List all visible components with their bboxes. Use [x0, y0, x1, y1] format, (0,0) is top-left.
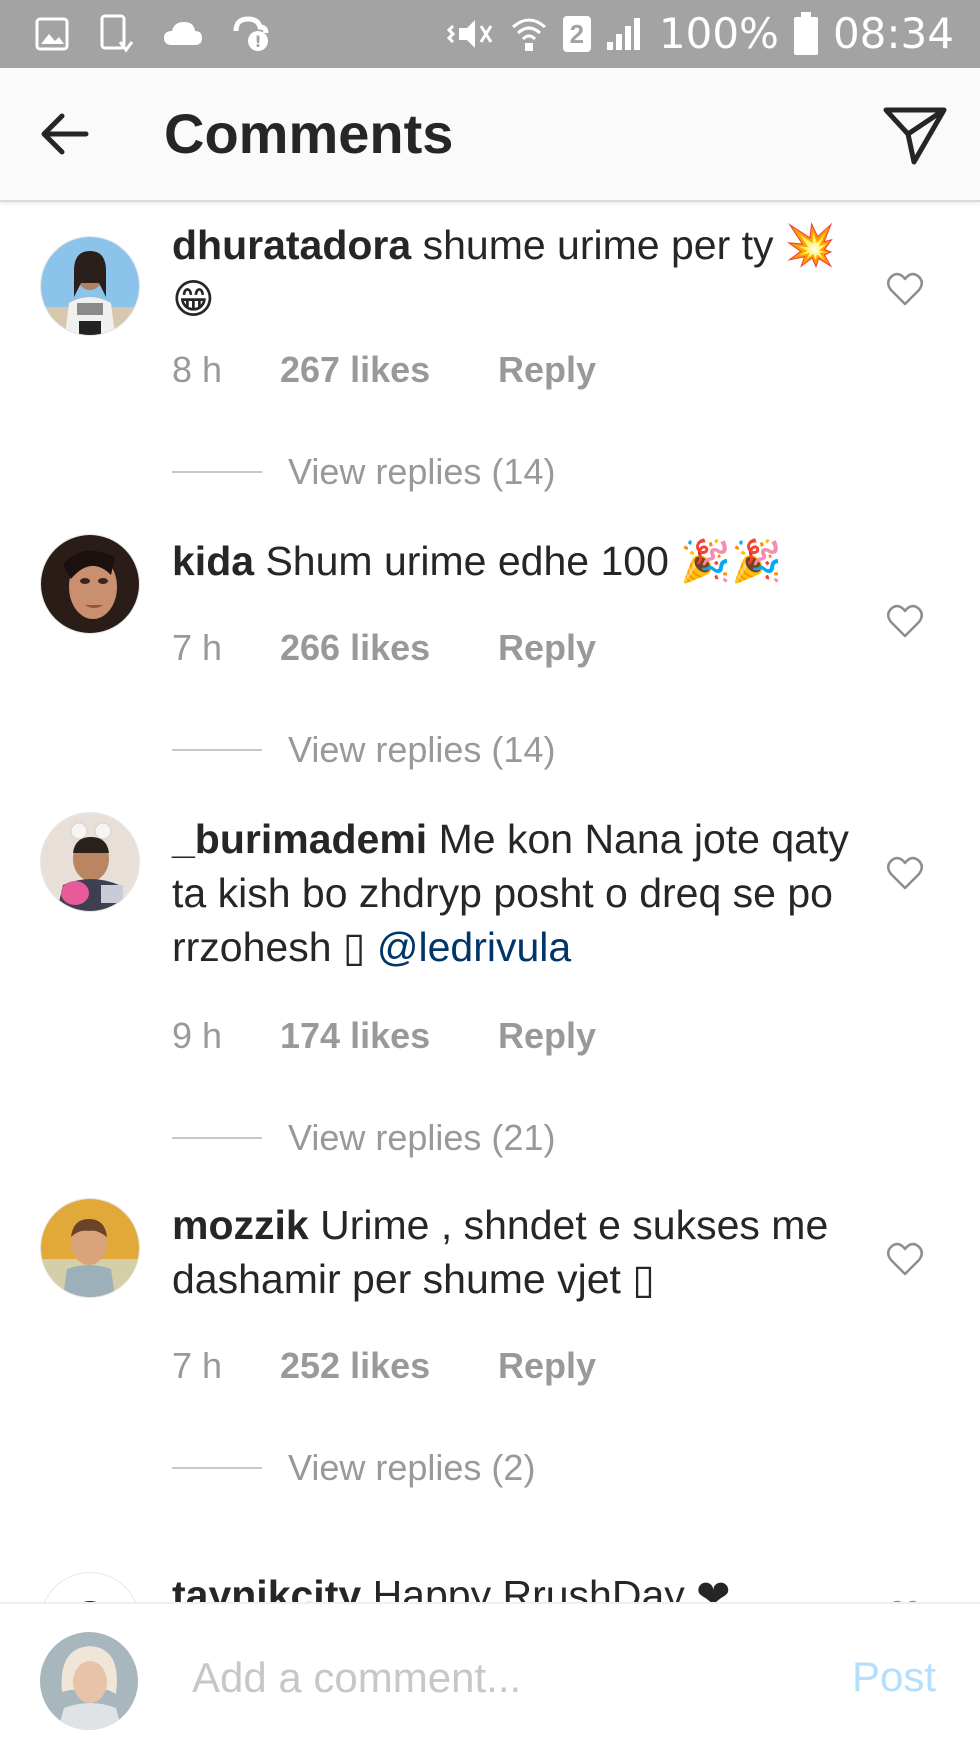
comment-input[interactable]: [190, 1642, 794, 1714]
replies-divider: [172, 749, 262, 751]
like-heart-button[interactable]: [886, 604, 924, 640]
sim-indicator: 2: [562, 16, 591, 52]
comment-meta: 9 h 174 likes Reply: [172, 1014, 596, 1058]
like-heart-button[interactable]: [886, 1242, 924, 1278]
comment-text: taynikcity Happy RrushDay ❤: [172, 1568, 852, 1602]
status-icons-left: !: [34, 14, 270, 54]
view-replies-button[interactable]: View replies (14): [172, 728, 555, 772]
comment-time: 7 h: [172, 1345, 223, 1386]
view-replies-label: View replies (2): [288, 1447, 536, 1488]
header-bar: Comments: [0, 68, 980, 202]
status-icons-right: 2 100% 08:34: [445, 10, 954, 58]
view-replies-label: View replies (14): [288, 451, 556, 492]
svg-text:!: !: [254, 32, 261, 51]
wifi-icon: [511, 18, 546, 51]
comment-username[interactable]: dhuratadora: [172, 222, 411, 268]
heart-icon: [887, 856, 923, 890]
comment-composer: Post: [0, 1602, 980, 1744]
sync-icon: !: [233, 16, 269, 51]
avatar[interactable]: [40, 1572, 140, 1602]
comment-likes[interactable]: 174 likes: [280, 1014, 498, 1058]
signal-icon: [606, 18, 640, 50]
comments-list[interactable]: dhuratadora shume urime per ty 💥😁 8 h 26…: [0, 202, 980, 1602]
comment-likes[interactable]: 252 likes: [280, 1344, 498, 1388]
comment-message: Happy RrushDay ❤: [372, 1572, 731, 1602]
avatar[interactable]: [40, 812, 140, 912]
avatar: [40, 1632, 138, 1730]
view-replies-button[interactable]: View replies (14): [172, 450, 555, 494]
like-heart-button[interactable]: [886, 272, 924, 308]
comment-message: shume urime per ty: [422, 222, 774, 268]
post-button[interactable]: Post: [852, 1652, 936, 1702]
comment-likes[interactable]: 267 likes: [280, 348, 498, 392]
reply-button[interactable]: Reply: [498, 626, 596, 670]
paper-plane-icon: [883, 107, 947, 165]
gallery-icon: [35, 17, 69, 51]
download-icon: [100, 14, 134, 53]
back-button[interactable]: [36, 104, 96, 164]
comment-username[interactable]: _burimademi: [172, 816, 427, 862]
comment-text: kida Shum urime edhe 100 🎉🎉: [172, 534, 852, 588]
comment-time: 8 h: [172, 349, 223, 390]
share-button[interactable]: [880, 100, 950, 170]
comment-text: _burimademi Me kon Nana jote qaty ta kis…: [172, 812, 852, 974]
comment-text: dhuratadora shume urime per ty 💥😁: [172, 218, 852, 326]
view-replies-button[interactable]: View replies (2): [172, 1446, 535, 1490]
view-replies-button[interactable]: View replies (21): [172, 1116, 555, 1160]
vibrate-icon: [446, 20, 493, 48]
comment-username[interactable]: kida: [172, 538, 254, 584]
battery-percent: 100%: [658, 9, 779, 58]
replies-divider: [172, 1137, 262, 1139]
comment-message: Shum urime edhe 100: [265, 538, 669, 584]
clock: 08:34: [832, 9, 954, 58]
comment-time: 9 h: [172, 1015, 223, 1056]
heart-icon: [887, 1242, 923, 1276]
comment-emoji: 🎉🎉: [680, 537, 783, 585]
comment-meta: 7 h 266 likes Reply: [172, 626, 596, 670]
comment-text: mozzik Urime , shndet e sukses me dasham…: [172, 1198, 852, 1306]
arrow-left-icon: [41, 113, 89, 155]
comment-likes[interactable]: 266 likes: [280, 626, 498, 670]
avatar[interactable]: [40, 1198, 140, 1298]
battery-icon: [793, 12, 818, 55]
heart-icon: [887, 604, 923, 638]
comment-meta: 8 h 267 likes Reply: [172, 348, 596, 392]
comment-username[interactable]: taynikcity: [172, 1572, 361, 1602]
heart-icon: [887, 272, 923, 306]
like-heart-button[interactable]: [886, 856, 924, 892]
avatar[interactable]: [40, 534, 140, 634]
avatar[interactable]: [40, 236, 140, 336]
replies-divider: [172, 471, 262, 473]
replies-divider: [172, 1467, 262, 1469]
reply-button[interactable]: Reply: [498, 348, 596, 392]
mention-link[interactable]: @ledrivula: [377, 924, 571, 970]
cloud-icon: [164, 22, 202, 45]
view-replies-label: View replies (14): [288, 729, 556, 770]
comment-time: 7 h: [172, 627, 223, 668]
status-bar: ! 2 100% 08:34: [0, 0, 980, 68]
comment-username[interactable]: mozzik: [172, 1202, 309, 1248]
reply-button[interactable]: Reply: [498, 1344, 596, 1388]
reply-button[interactable]: Reply: [498, 1014, 596, 1058]
comment-meta: 7 h 252 likes Reply: [172, 1344, 596, 1388]
page-title: Comments: [164, 102, 454, 165]
view-replies-label: View replies (21): [288, 1117, 556, 1158]
